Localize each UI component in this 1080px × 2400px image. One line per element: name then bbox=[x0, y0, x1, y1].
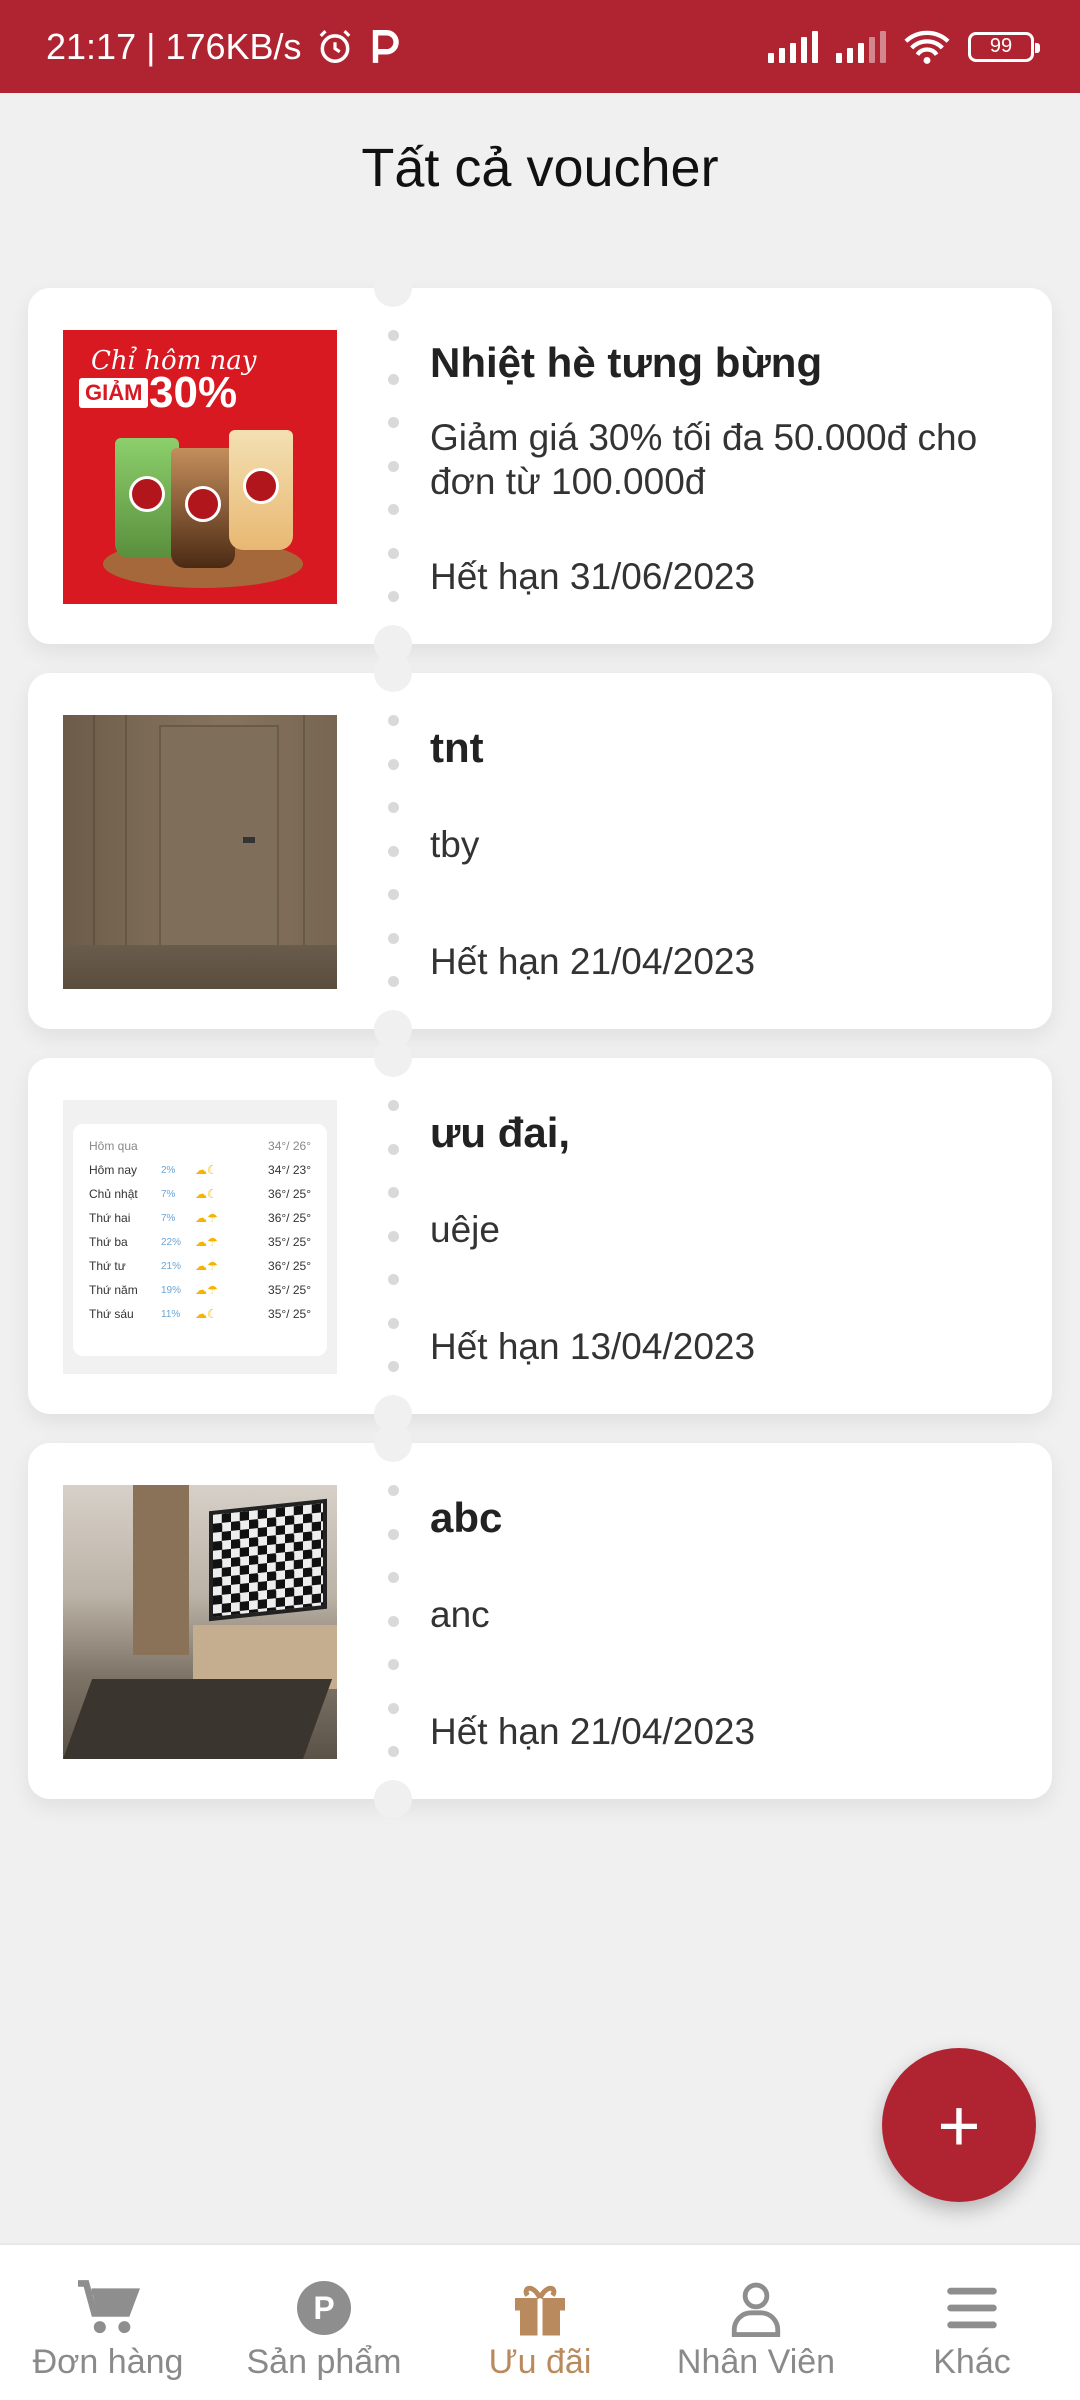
voucher-expiry: Hết hạn 13/04/2023 bbox=[430, 1326, 756, 1367]
weather-screenshot: Hôm qua 34°/ 26° Hôm nay 2% ☁☾ 34°/ 23° Chủ … bbox=[73, 1124, 327, 1356]
gift-icon bbox=[510, 2277, 570, 2339]
perforation bbox=[386, 1485, 400, 1757]
voucher-expiry: Hết hạn 21/04/2023 bbox=[430, 1711, 756, 1752]
voucher-image: Hôm qua 34°/ 26° Hôm nay 2% ☁☾ 34°/ 23° Chủ … bbox=[63, 1100, 337, 1374]
nav-label: Đơn hàng bbox=[32, 2343, 184, 2381]
nav-item-orders[interactable]: Đơn hàng bbox=[0, 2245, 216, 2400]
image-percent: 30% bbox=[149, 368, 238, 417]
wifi-icon bbox=[904, 30, 950, 64]
battery-icon: 99 bbox=[968, 31, 1040, 62]
voucher-expiry: Hết hạn 21/04/2023 bbox=[430, 941, 756, 982]
signal-icon bbox=[768, 30, 818, 63]
bottom-nav: Đơn hàng P Sản phẩm Ưu đãi Nhân Viên Khá… bbox=[0, 2243, 1080, 2400]
voucher-card[interactable]: Hôm qua 34°/ 26° Hôm nay 2% ☁☾ 34°/ 23° Chủ … bbox=[28, 1039, 1052, 1433]
voucher-description: Giảm giá 30% tối đa 50.000đ cho đơn từ 1… bbox=[430, 417, 978, 502]
voucher-expiry: Hết hạn 31/06/2023 bbox=[430, 556, 756, 597]
alarm-icon bbox=[319, 29, 350, 63]
person-icon bbox=[727, 2277, 785, 2339]
p-app-icon bbox=[372, 29, 399, 63]
voucher-card[interactable]: abc anc Hết hạn 21/04/2023 bbox=[28, 1424, 1052, 1818]
status-time-speed: 21:17 | 176KB/s bbox=[46, 25, 302, 67]
voucher-image: Chỉ hôm nay GIẢM 30% bbox=[63, 330, 337, 604]
voucher-list: Chỉ hôm nay GIẢM 30% Nhiệt hè tưng bừng … bbox=[28, 269, 1052, 1828]
voucher-card[interactable]: tnt tby Hết hạn 21/04/2023 bbox=[28, 654, 1052, 1048]
perforation bbox=[386, 330, 400, 602]
image-badge: GIẢM bbox=[79, 378, 149, 408]
product-p-icon: P bbox=[297, 2277, 351, 2339]
nav-label: Nhân Viên bbox=[676, 2343, 836, 2381]
voucher-title: Nhiệt hè tưng bừng bbox=[430, 339, 823, 386]
nav-item-more[interactable]: Khác bbox=[864, 2245, 1080, 2400]
nav-item-staff[interactable]: Nhân Viên bbox=[648, 2245, 864, 2400]
nav-label: Khác bbox=[933, 2343, 1011, 2381]
voucher-description: uêje bbox=[430, 1209, 500, 1250]
voucher-description: anc bbox=[430, 1594, 490, 1635]
perforation bbox=[386, 715, 400, 987]
battery-level: 99 bbox=[989, 35, 1013, 57]
plus-icon: + bbox=[937, 2083, 981, 2167]
add-voucher-button[interactable]: + bbox=[882, 2048, 1036, 2202]
voucher-description: tby bbox=[430, 824, 480, 865]
page-title: Tất cả voucher bbox=[361, 138, 719, 198]
voucher-title: tnt bbox=[430, 724, 484, 771]
status-bar: 21:17 | 176KB/s 99 bbox=[0, 0, 1080, 93]
nav-item-products[interactable]: P Sản phẩm bbox=[216, 2245, 432, 2400]
voucher-card[interactable]: Chỉ hôm nay GIẢM 30% Nhiệt hè tưng bừng … bbox=[28, 269, 1052, 663]
voucher-image bbox=[63, 715, 337, 989]
nav-item-offers[interactable]: Ưu đãi bbox=[432, 2245, 648, 2400]
voucher-title: ưu đai, bbox=[430, 1109, 571, 1156]
signal-2-icon bbox=[836, 30, 886, 63]
nav-label: Sản phẩm bbox=[246, 2343, 402, 2381]
voucher-image bbox=[63, 1485, 337, 1759]
voucher-title: abc bbox=[430, 1494, 503, 1541]
nav-label: Ưu đãi bbox=[488, 2343, 592, 2381]
cart-icon bbox=[75, 2277, 141, 2339]
menu-icon bbox=[945, 2277, 999, 2339]
perforation bbox=[386, 1100, 400, 1372]
